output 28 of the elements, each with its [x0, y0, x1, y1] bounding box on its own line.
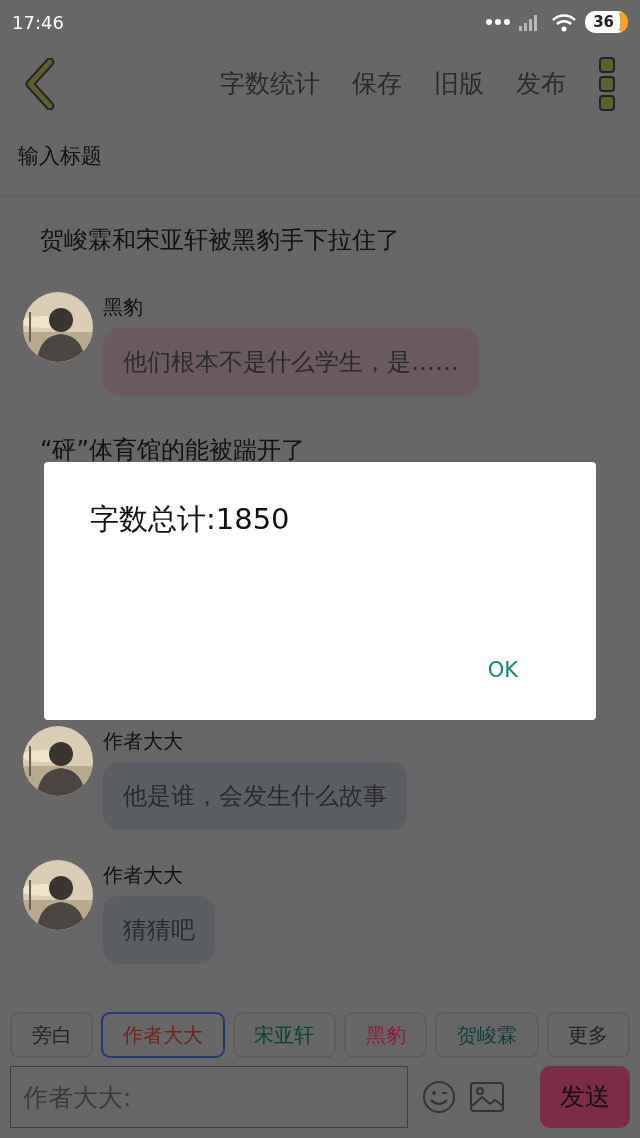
emoji-icon[interactable] — [422, 1080, 456, 1114]
role-tab[interactable]: 更多 — [546, 1012, 630, 1058]
role-tab[interactable]: 贺峻霖 — [435, 1012, 539, 1058]
role-tab[interactable]: 黑豹 — [344, 1012, 428, 1058]
dialog-message: 字数总计:1850 — [90, 501, 291, 538]
sender-name: 黑豹 — [103, 294, 144, 321]
sender-name: 作者大大 — [103, 728, 184, 755]
toolbar-action[interactable]: 旧版 — [426, 65, 492, 103]
ok-button[interactable]: OK — [479, 650, 550, 690]
toolbar-action[interactable]: 发布 — [508, 65, 574, 103]
clock: 17:46 — [12, 10, 64, 35]
narration-text: “砰”体育馆的能被踹开了 — [39, 435, 306, 466]
toolbar-action[interactable]: 字数统计 — [212, 65, 328, 103]
message-bubble: 他是谁，会发生什么故事 — [103, 762, 407, 830]
send-button[interactable]: 发送 — [540, 1066, 630, 1128]
more-icon — [485, 18, 512, 26]
battery-indicator: 36 — [585, 11, 628, 33]
sender-name: 作者大大 — [103, 862, 184, 889]
narration-text: 贺峻霖和宋亚轩被黑豹手下拉住了 — [39, 225, 401, 256]
wifi-icon — [551, 12, 578, 32]
role-tab[interactable]: 宋亚轩 — [232, 1012, 336, 1058]
menu-icon[interactable] — [598, 56, 616, 112]
message-bubble: 猜猜吧 — [103, 896, 215, 964]
toolbar-action[interactable]: 保存 — [344, 65, 410, 103]
role-tab[interactable]: 作者大大 — [101, 1012, 225, 1058]
role-tab[interactable]: 旁白 — [10, 1012, 94, 1058]
image-icon[interactable] — [470, 1082, 504, 1112]
message-bubble: 他们根本不是什么学生，是…… — [103, 328, 479, 396]
